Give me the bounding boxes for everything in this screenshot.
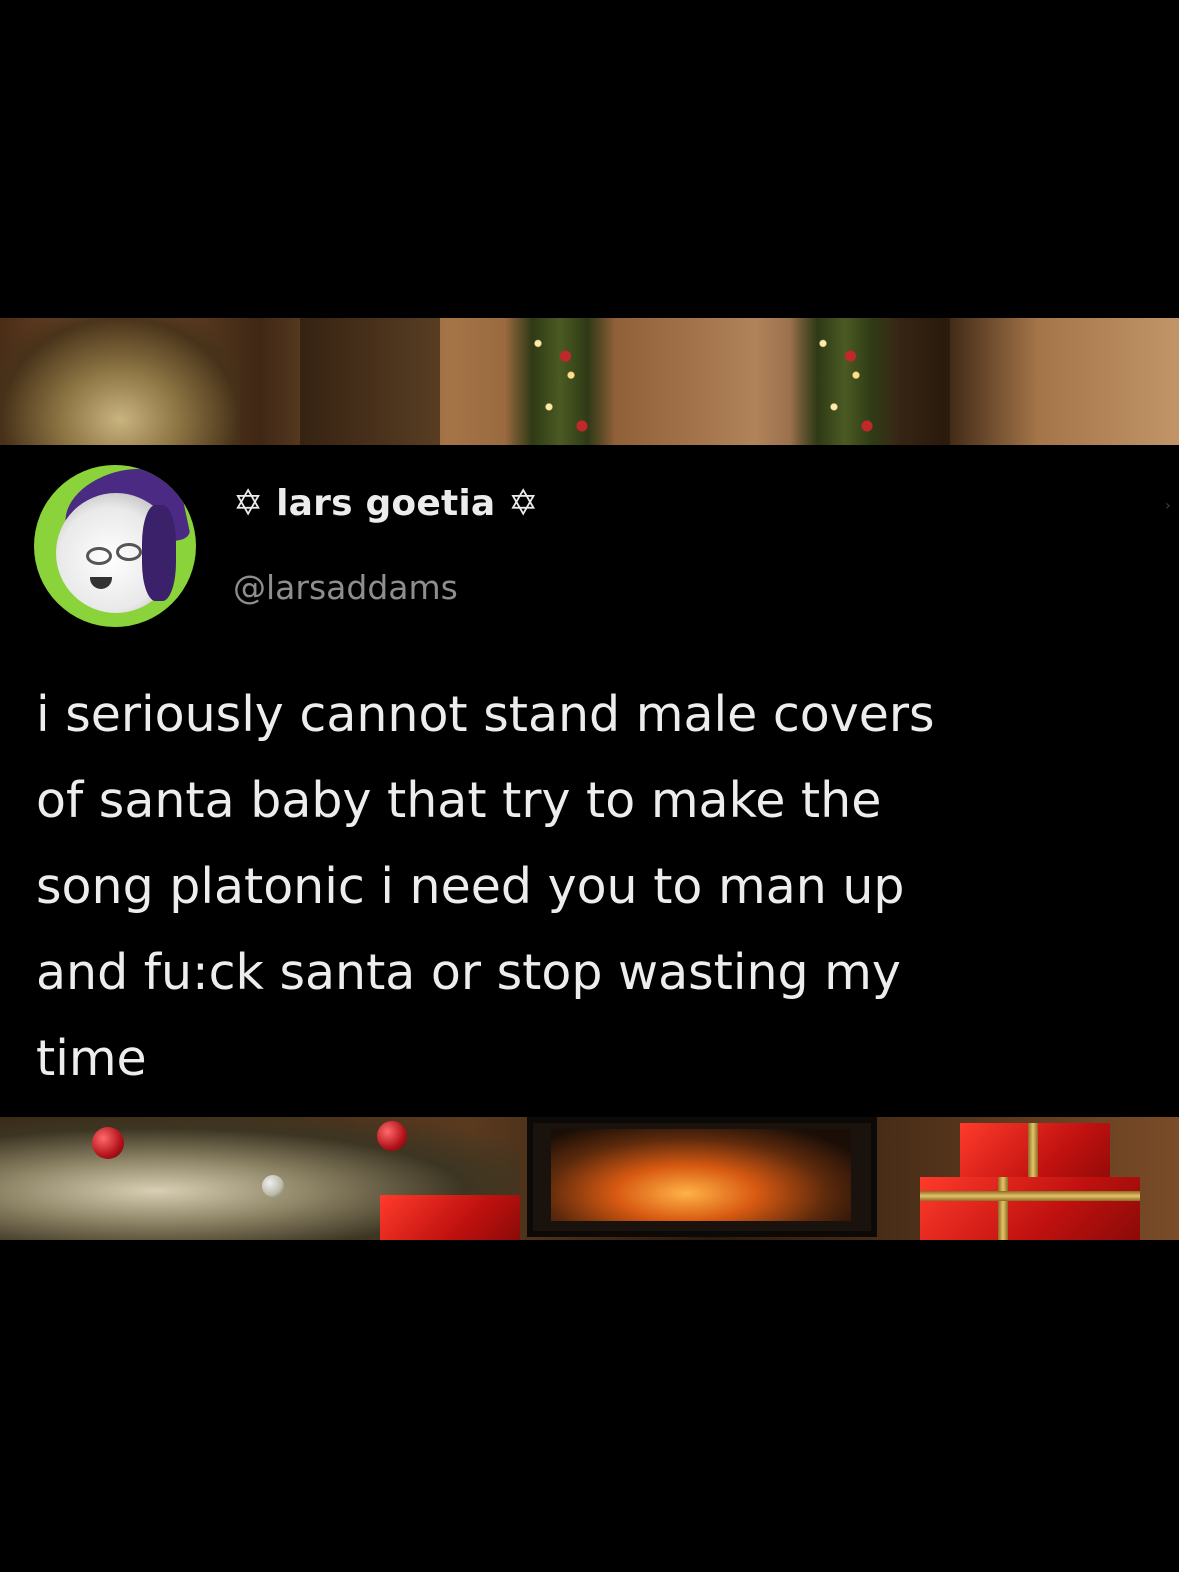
display-name[interactable]: ✡ lars goetia ✡ [233,483,539,524]
garland-image [790,318,900,445]
ribbon-image [920,1191,1140,1201]
fireplace-image [527,1117,877,1237]
christmas-background-bottom [0,1117,1179,1240]
tweet-text: i seriously cannot stand male covers of … [36,686,935,1087]
top-letterbox [0,0,1179,318]
ornament-image [377,1121,407,1151]
gift-box-image [920,1177,1140,1240]
fire-image [551,1129,851,1221]
chevron-icon: › [1165,498,1171,514]
profile-avatar-icon[interactable] [34,465,196,627]
star-icon: ✡ [508,483,539,524]
ornament-image [92,1127,124,1159]
christmas-tree-image [0,318,240,445]
bottom-letterbox [0,1240,1179,1572]
ribbon-image [998,1177,1008,1240]
christmas-background-top [0,318,1179,445]
avatar-eye [116,543,142,561]
avatar-eye [86,547,112,565]
display-name-text: lars goetia [276,483,496,524]
avatar-hair [142,505,176,601]
ornament-image [262,1175,284,1197]
star-icon: ✡ [233,483,264,524]
garland-image [505,318,615,445]
wall-pillar [300,318,440,445]
gift-box-image [380,1195,520,1240]
user-handle[interactable]: @larsaddams [233,568,458,607]
